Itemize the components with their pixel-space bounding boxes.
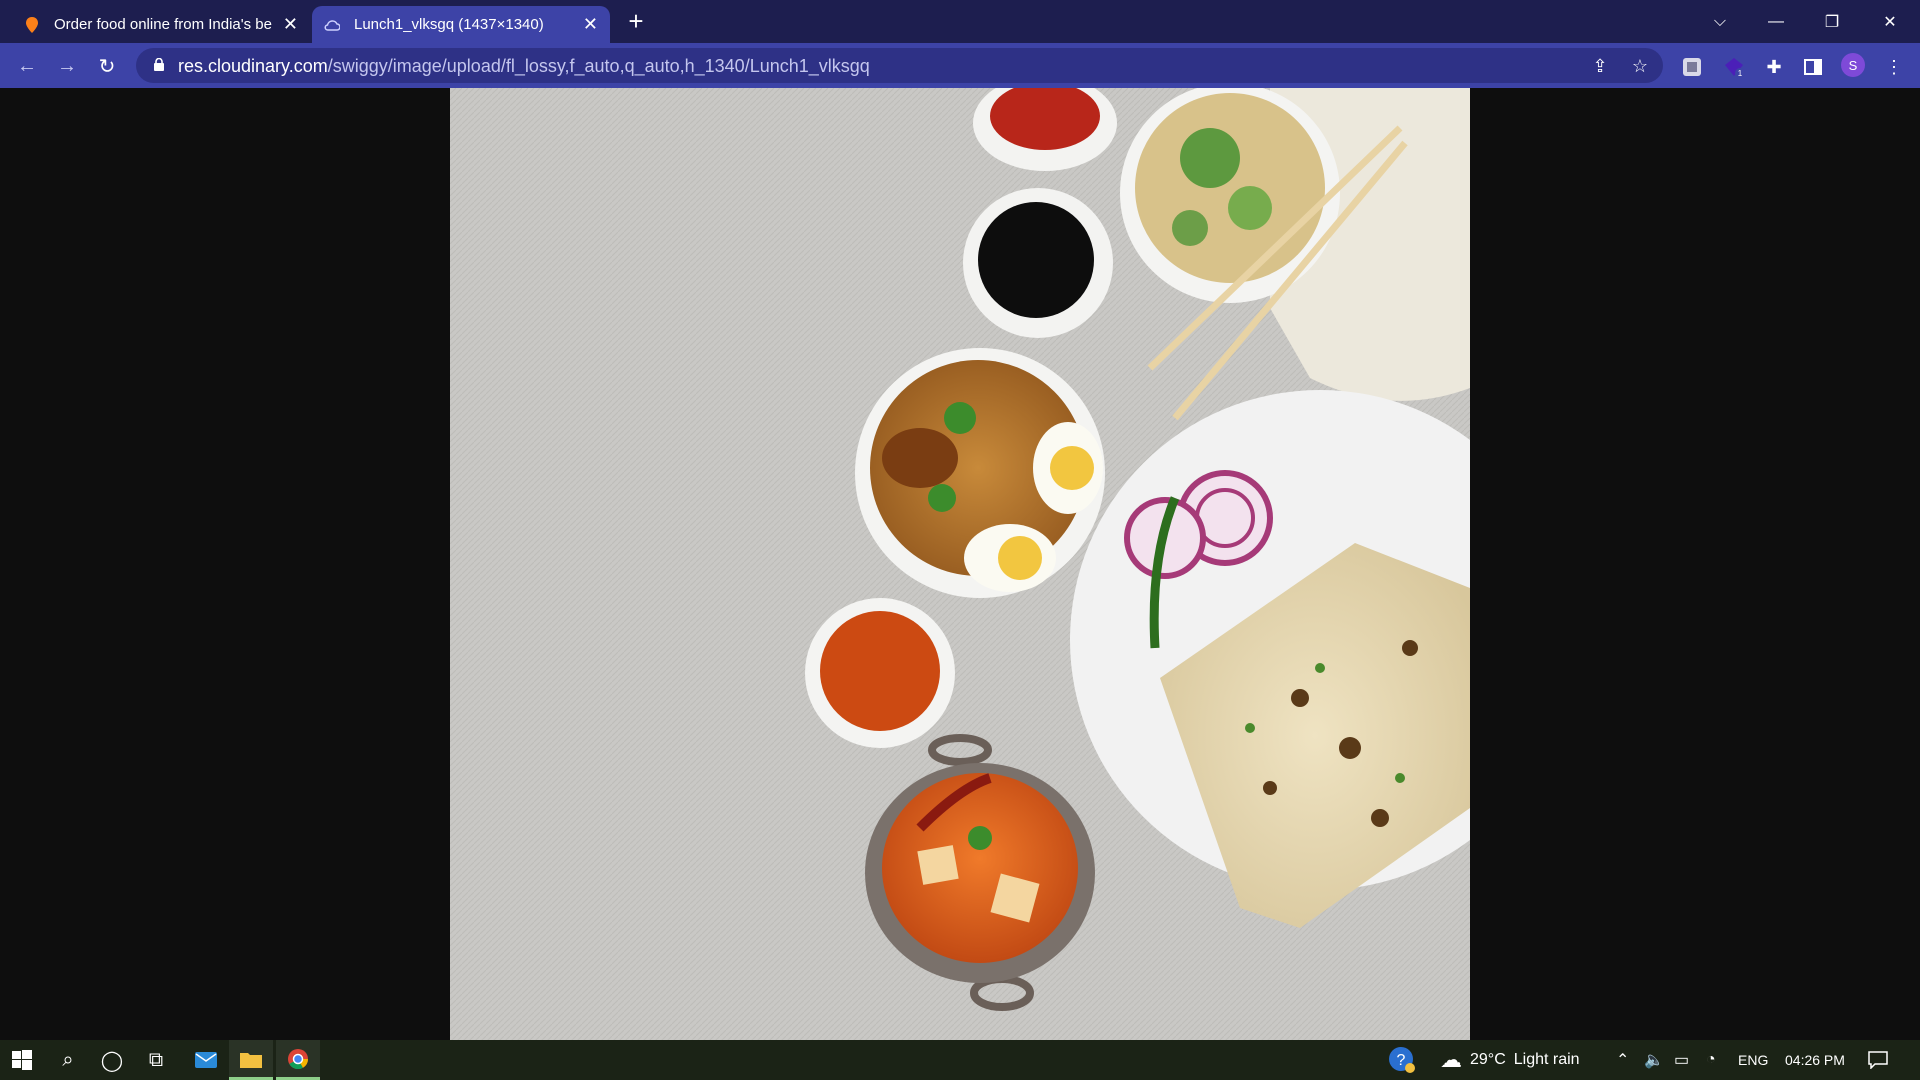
- search-icon[interactable]: ⌕: [46, 1040, 90, 1080]
- minimize-button[interactable]: —: [1748, 0, 1804, 43]
- food-photo[interactable]: [450, 88, 1470, 1040]
- menu-icon[interactable]: ⋮: [1882, 55, 1906, 79]
- forward-button[interactable]: →: [52, 51, 82, 81]
- battery-icon[interactable]: ▭: [1674, 1040, 1689, 1080]
- puzzle-icon[interactable]: ✚: [1762, 55, 1786, 79]
- extension-icon[interactable]: [1680, 55, 1704, 79]
- close-icon[interactable]: ✕: [583, 14, 598, 35]
- cortana-icon[interactable]: ◯: [90, 1040, 134, 1080]
- image-viewer: [0, 88, 1920, 1040]
- url-path: /swiggy/image/upload/fl_lossy,f_auto,q_a…: [327, 56, 870, 76]
- browser-toolbar: ← → ↻ res.cloudinary.com/swiggy/image/up…: [0, 43, 1920, 88]
- language-indicator[interactable]: ENG: [1738, 1040, 1768, 1080]
- close-window-button[interactable]: ✕: [1862, 0, 1918, 43]
- extension-gem-icon[interactable]: 1: [1722, 55, 1746, 79]
- star-icon[interactable]: ☆: [1628, 54, 1652, 78]
- tab-title: Order food online from India's be: [54, 16, 272, 33]
- windows-taskbar: ⌕ ◯ ⧉ ? ☁ 29°C Light rain ⌃ 🔈 ▭ ◔ ENG 04…: [0, 1040, 1920, 1080]
- address-bar[interactable]: res.cloudinary.com/swiggy/image/upload/f…: [136, 48, 1663, 83]
- lock-icon: [154, 57, 164, 71]
- extension-badge: 1: [1738, 69, 1743, 78]
- new-tab-button[interactable]: +: [622, 8, 650, 36]
- weather-widget[interactable]: ☁ 29°C Light rain: [1440, 1040, 1580, 1080]
- share-icon[interactable]: ⇪: [1588, 54, 1612, 78]
- file-explorer-icon[interactable]: [229, 1040, 273, 1080]
- swiggy-pin-icon: [24, 16, 40, 33]
- chevron-up-icon[interactable]: ⌃: [1616, 1040, 1629, 1080]
- tab-swiggy[interactable]: Order food online from India's be ✕: [12, 6, 310, 43]
- windows-start-icon[interactable]: [0, 1040, 44, 1080]
- tab-image[interactable]: Lunch1_vlksgq (1437×1340) ✕: [312, 6, 610, 43]
- soy-sauce-bowl: [963, 188, 1113, 338]
- close-icon[interactable]: ✕: [283, 14, 298, 35]
- weather-desc: Light rain: [1513, 1051, 1580, 1068]
- tab-strip: Order food online from India's be ✕ Lunc…: [0, 0, 1920, 43]
- weather-temp: 29°C: [1470, 1051, 1506, 1068]
- cloud-rain-icon: ☁: [1440, 1047, 1462, 1072]
- restore-button[interactable]: ❐: [1804, 0, 1860, 43]
- task-view-icon[interactable]: ⧉: [134, 1040, 178, 1080]
- reload-button[interactable]: ↻: [92, 51, 122, 81]
- noodles-bowl: [1120, 88, 1340, 303]
- tab-search-icon[interactable]: ⌵: [1692, 0, 1748, 43]
- url-text: res.cloudinary.com/swiggy/image/upload/f…: [178, 56, 870, 77]
- speaker-icon[interactable]: 🔈: [1644, 1040, 1664, 1080]
- clock[interactable]: 04:26 PM: [1785, 1040, 1845, 1080]
- biryani-bowl: [855, 348, 1105, 598]
- tab-title: Lunch1_vlksgq (1437×1340): [354, 16, 544, 33]
- cloudinary-cloud-icon: [324, 17, 340, 33]
- avatar[interactable]: S: [1841, 53, 1865, 77]
- help-icon[interactable]: ?: [1388, 1040, 1416, 1080]
- mail-icon[interactable]: [184, 1040, 228, 1080]
- side-panel-icon[interactable]: [1801, 55, 1825, 79]
- dal-bowl: [805, 598, 955, 748]
- back-button[interactable]: ←: [12, 51, 42, 81]
- url-host: res.cloudinary.com: [178, 56, 328, 76]
- chrome-icon[interactable]: [276, 1040, 320, 1080]
- svg-text:?: ?: [1397, 1052, 1406, 1069]
- notification-icon[interactable]: [1868, 1040, 1888, 1080]
- wifi-icon[interactable]: ◔: [1706, 1040, 1716, 1080]
